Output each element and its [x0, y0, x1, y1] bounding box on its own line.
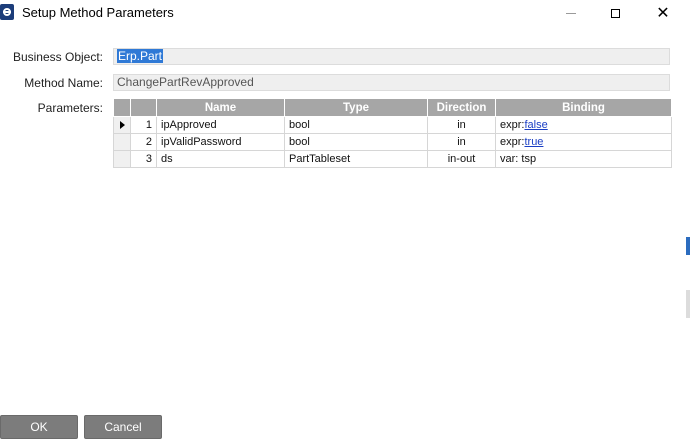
parameters-label: Parameters: [37, 101, 103, 115]
current-row-arrow-icon [119, 121, 125, 130]
row-selector[interactable] [113, 133, 131, 151]
business-object-label: Business Object: [12, 50, 103, 64]
close-button[interactable]: ✕ [640, 0, 686, 26]
row-selector[interactable] [113, 150, 131, 168]
param-name-cell[interactable]: ds [156, 150, 285, 168]
param-name-cell[interactable]: ipApproved [156, 116, 285, 134]
param-binding-cell[interactable]: expr:false [495, 116, 672, 134]
table-row[interactable]: 3 ds PartTableset in-out var: tsp [113, 150, 672, 168]
maximize-icon [610, 8, 620, 18]
grid-header-row: Name Type Direction Binding [113, 98, 672, 117]
close-icon: ✕ [656, 5, 670, 22]
ok-button[interactable]: OK [0, 415, 78, 439]
business-object-field[interactable]: Erp.Part [113, 48, 670, 65]
param-binding-cell[interactable]: expr:true [495, 133, 672, 151]
binding-value-link[interactable]: true [524, 136, 543, 148]
cancel-button[interactable]: Cancel [84, 415, 162, 439]
param-binding-cell[interactable]: var: tsp [495, 150, 672, 168]
window-title: Setup Method Parameters [22, 5, 174, 20]
column-header-type[interactable]: Type [284, 98, 428, 117]
param-type-cell[interactable]: PartTableset [284, 150, 428, 168]
parameters-grid: Name Type Direction Binding 1 ipApproved… [113, 98, 672, 168]
method-name-label: Method Name: [24, 76, 103, 90]
grid-number-header [130, 98, 157, 117]
table-row[interactable]: 1 ipApproved bool in expr:false [113, 116, 672, 134]
row-number: 2 [130, 133, 157, 151]
param-direction-cell[interactable]: in [427, 116, 496, 134]
minimize-icon [566, 12, 576, 14]
title-bar: Setup Method Parameters ✕ [0, 0, 690, 26]
epicor-e-icon [0, 4, 14, 20]
background-scrollbar-edge [686, 290, 690, 318]
param-name-cell[interactable]: ipValidPassword [156, 133, 285, 151]
minimize-button[interactable] [548, 0, 594, 26]
binding-prefix: var: [500, 153, 522, 165]
binding-prefix: expr: [500, 119, 525, 131]
background-window-edge [686, 237, 690, 255]
binding-prefix: expr: [500, 136, 525, 148]
column-header-binding[interactable]: Binding [495, 98, 672, 117]
row-selector[interactable] [113, 116, 131, 134]
column-header-name[interactable]: Name [156, 98, 285, 117]
row-number: 1 [130, 116, 157, 134]
business-object-value: Erp.Part [117, 49, 164, 63]
column-header-direction[interactable]: Direction [427, 98, 496, 117]
binding-value-link[interactable]: false [524, 119, 547, 131]
param-direction-cell[interactable]: in [427, 133, 496, 151]
param-type-cell[interactable]: bool [284, 116, 428, 134]
binding-value: tsp [521, 153, 537, 165]
maximize-button[interactable] [592, 0, 638, 26]
row-number: 3 [130, 150, 157, 168]
grid-corner-header [113, 98, 131, 117]
param-type-cell[interactable]: bool [284, 133, 428, 151]
method-name-field[interactable]: ChangePartRevApproved [113, 74, 670, 91]
param-direction-cell[interactable]: in-out [427, 150, 496, 168]
table-row[interactable]: 2 ipValidPassword bool in expr:true [113, 133, 672, 151]
